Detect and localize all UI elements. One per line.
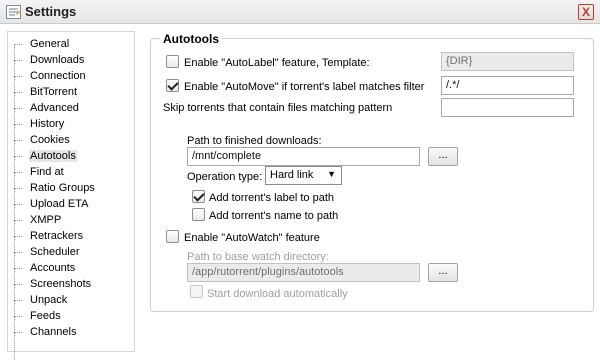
nav-item-upload-eta[interactable]: Upload ETA	[14, 197, 129, 213]
nav-item-unpack[interactable]: Unpack	[14, 293, 129, 309]
chevron-down-icon: ▼	[327, 169, 336, 179]
skip-pattern-input[interactable]	[441, 98, 574, 117]
nav-item-cookies[interactable]: Cookies	[14, 133, 129, 149]
nav-item-label: Ratio Groups	[30, 182, 95, 194]
automove-label: Enable "AutoMove" if torrent's label mat…	[184, 81, 425, 93]
nav-item-label: Autotools	[29, 150, 77, 162]
nav-item-advanced[interactable]: Advanced	[14, 101, 129, 117]
nav-item-label: Feeds	[30, 310, 61, 322]
nav-item-accounts[interactable]: Accounts	[14, 261, 129, 277]
nav-item-label: Accounts	[30, 262, 76, 274]
title-bar: Settings X	[0, 0, 600, 24]
add-name-to-path-checkbox[interactable]	[192, 208, 205, 221]
nav-item-scheduler[interactable]: Scheduler	[14, 245, 129, 261]
nav-item-label: XMPP	[30, 214, 62, 226]
start-download-checkbox[interactable]	[190, 285, 203, 298]
finished-path-input[interactable]: /mnt/complete	[187, 147, 420, 166]
operation-type-select[interactable]: Hard link ▼	[265, 166, 342, 185]
nav-item-label: Scheduler	[30, 246, 80, 258]
nav-item-label: Advanced	[30, 102, 79, 114]
section-title: Autotools	[160, 32, 222, 46]
nav-item-label: Upload ETA	[30, 198, 89, 210]
nav-item-label: Screenshots	[30, 278, 92, 290]
nav-item-channels[interactable]: Channels	[14, 325, 129, 341]
nav-item-label: Channels	[30, 326, 77, 338]
add-name-to-path-label: Add torrent's name to path	[209, 210, 339, 222]
nav-item-label: Connection	[30, 70, 86, 82]
nav-item-label: General	[30, 38, 70, 50]
nav-item-label: Retrackers	[30, 230, 84, 242]
watch-path-label: Path to base watch directory:	[187, 251, 329, 263]
watch-path-input[interactable]: /app/rutorrent/plugins/autotools	[187, 263, 420, 282]
nav-item-downloads[interactable]: Downloads	[14, 53, 129, 69]
nav-item-xmpp[interactable]: XMPP	[14, 213, 129, 229]
nav-item-history[interactable]: History	[14, 117, 129, 133]
finished-browse-button[interactable]: ...	[428, 147, 458, 166]
operation-type-label: Operation type:	[187, 171, 263, 183]
nav-item-retrackers[interactable]: Retrackers	[14, 229, 129, 245]
nav-item-bittorrent[interactable]: BitTorrent	[14, 85, 129, 101]
settings-nav: General Downloads Connection BitTorrent …	[7, 31, 135, 360]
autowatch-label: Enable "AutoWatch" feature	[184, 232, 320, 244]
autolabel-checkbox[interactable]	[166, 55, 179, 68]
autowatch-checkbox[interactable]	[166, 230, 179, 243]
nav-item-find-at[interactable]: Find at	[14, 165, 129, 181]
add-label-to-path-label: Add torrent's label to path	[209, 192, 335, 204]
nav-item-label: Downloads	[30, 54, 85, 66]
nav-item-screenshots[interactable]: Screenshots	[14, 277, 129, 293]
nav-item-ratio-groups[interactable]: Ratio Groups	[14, 181, 129, 197]
finished-path-label: Path to finished downloads:	[187, 135, 322, 147]
nav-item-autotools[interactable]: Autotools	[14, 149, 129, 165]
close-button[interactable]: X	[578, 4, 594, 20]
window-title: Settings	[25, 4, 77, 19]
skip-pattern-label: Skip torrents that contain files matchin…	[163, 102, 393, 114]
nav-item-label: Cookies	[30, 134, 70, 146]
autolabel-label: Enable "AutoLabel" feature, Template:	[184, 57, 370, 69]
settings-icon	[6, 5, 21, 19]
nav-item-connection[interactable]: Connection	[14, 69, 129, 85]
nav-item-label: History	[30, 118, 65, 130]
automove-filter-input[interactable]: /.*/	[441, 76, 574, 95]
autolabel-template-input[interactable]: {DIR}	[441, 52, 574, 71]
nav-item-label: BitTorrent	[30, 86, 78, 98]
add-label-to-path-checkbox[interactable]	[192, 190, 205, 203]
start-download-label: Start download automatically	[207, 288, 348, 300]
watch-browse-button[interactable]: ...	[428, 263, 458, 282]
automove-checkbox[interactable]	[166, 79, 179, 92]
nav-item-label: Find at	[30, 166, 64, 178]
nav-item-label: Unpack	[30, 294, 68, 306]
nav-item-feeds[interactable]: Feeds	[14, 309, 129, 325]
nav-item-general[interactable]: General	[14, 37, 129, 53]
close-icon: X	[581, 5, 590, 19]
operation-type-value: Hard link	[270, 169, 314, 181]
